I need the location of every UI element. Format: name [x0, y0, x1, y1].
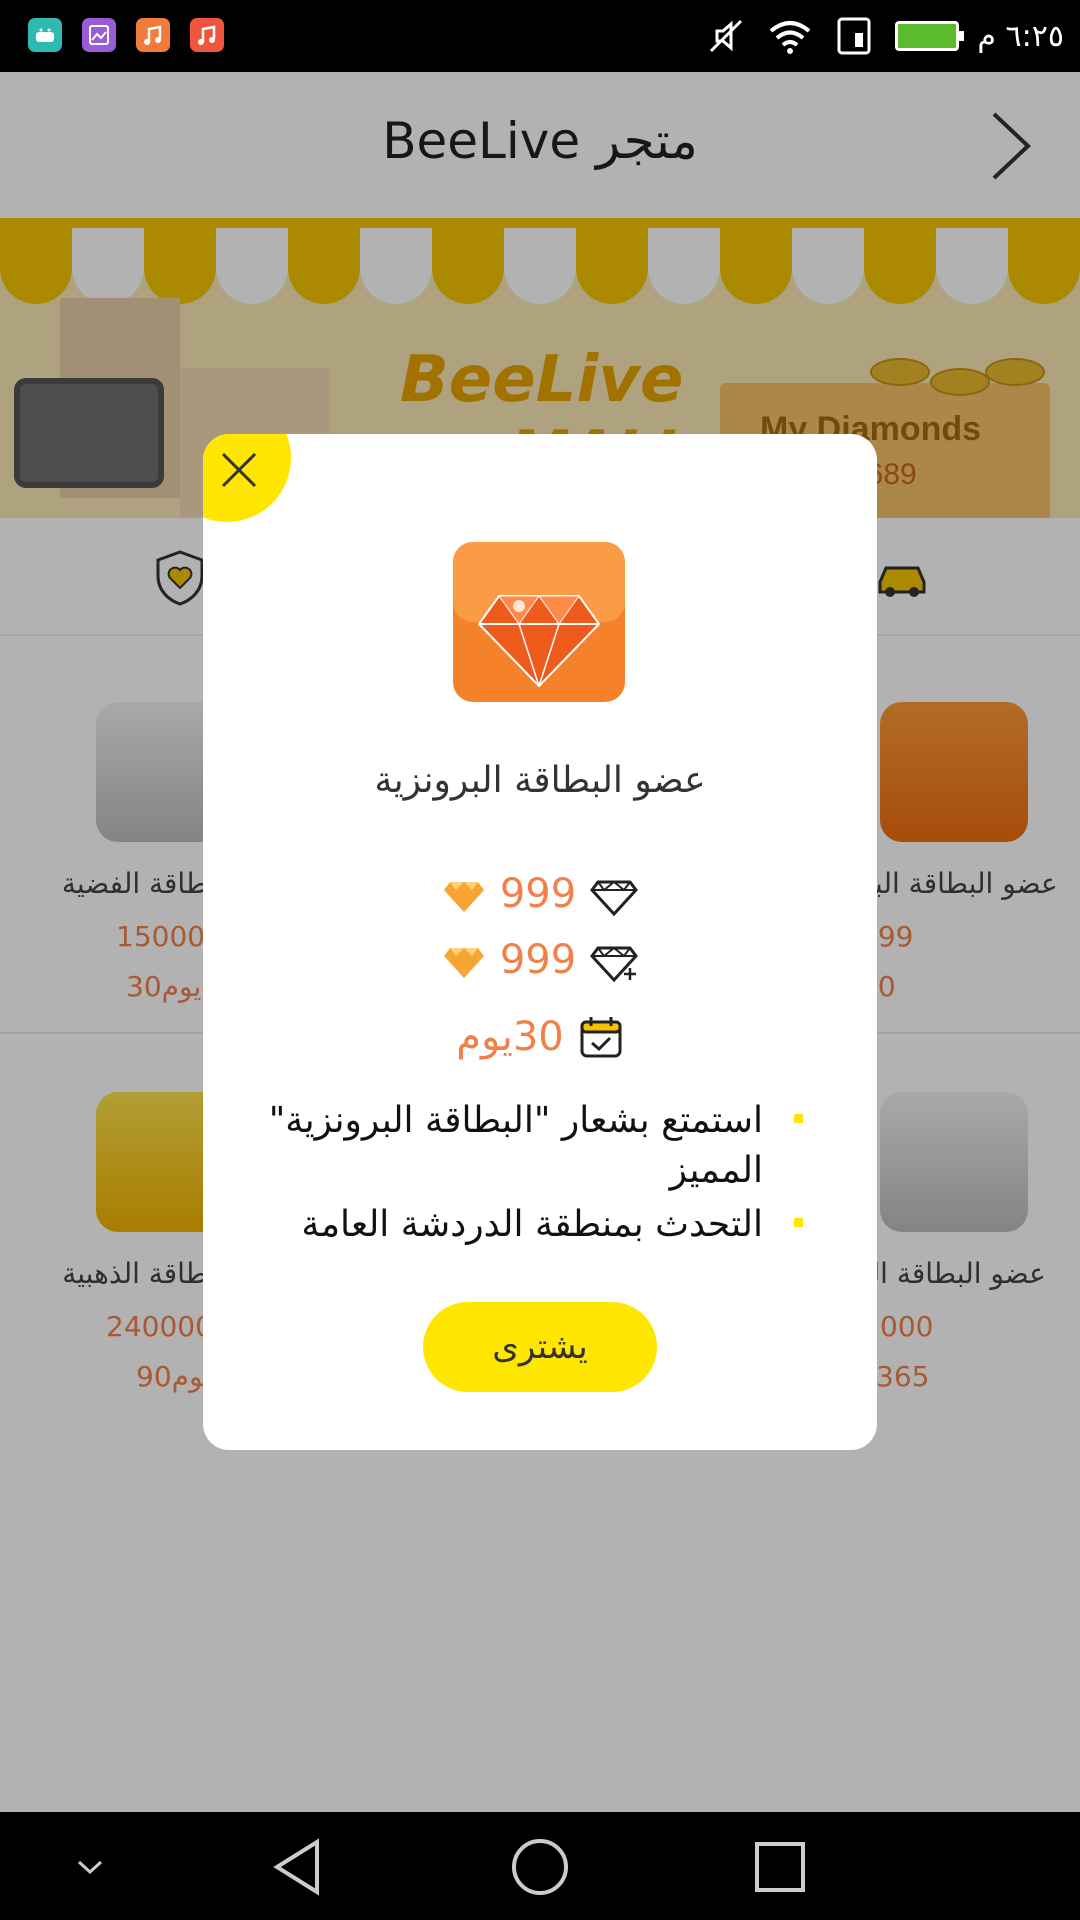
feature-item: التحدث بمنطقة الدردشة العامة	[263, 1200, 803, 1250]
diamond-outline-icon	[590, 880, 639, 917]
orange-diamond-icon	[443, 948, 484, 978]
home-icon[interactable]	[505, 1832, 575, 1902]
music-app-icon-2	[190, 18, 224, 52]
sim-icon	[837, 17, 871, 55]
android-app-icon	[28, 18, 62, 52]
diamonds-row: 999	[203, 866, 877, 922]
feature-item: استمتع بشعار "البطاقة البرونزية" المميز	[263, 1096, 803, 1196]
battery-icon	[895, 21, 965, 51]
bronze-diamond-icon	[453, 542, 625, 702]
diamonds-value: 999	[499, 871, 577, 917]
recents-icon[interactable]	[745, 1832, 815, 1902]
dialog-title: عضو البطاقة البرونزية	[374, 760, 706, 801]
close-button[interactable]	[203, 434, 291, 522]
back-icon[interactable]	[265, 1832, 335, 1902]
diamond-plus-icon	[590, 946, 639, 983]
purchase-dialog: عضو البطاقة البرونزية 999 999 30يوم استم…	[203, 434, 877, 1450]
calendar-icon	[580, 1017, 622, 1058]
music-app-icon	[136, 18, 170, 52]
wifi-icon	[770, 21, 811, 54]
mute-icon	[710, 19, 743, 53]
duration-value: 30يوم	[456, 1014, 564, 1060]
status-time: ٦:٢٥ م	[977, 18, 1064, 54]
system-nav-bar	[0, 1812, 1080, 1920]
bonus-row: 999	[203, 932, 877, 988]
status-bar: ٦:٢٥ م	[0, 0, 1080, 72]
bonus-value: 999	[499, 937, 577, 983]
gallery-app-icon	[82, 18, 116, 52]
buy-button[interactable]: يشترى	[423, 1302, 657, 1392]
chevron-down-icon[interactable]	[55, 1832, 125, 1902]
orange-diamond-icon	[443, 882, 484, 912]
duration-row: 30يوم	[203, 1014, 877, 1060]
close-icon	[221, 452, 257, 488]
feature-list: استمتع بشعار "البطاقة البرونزية" المميز …	[263, 1096, 803, 1274]
